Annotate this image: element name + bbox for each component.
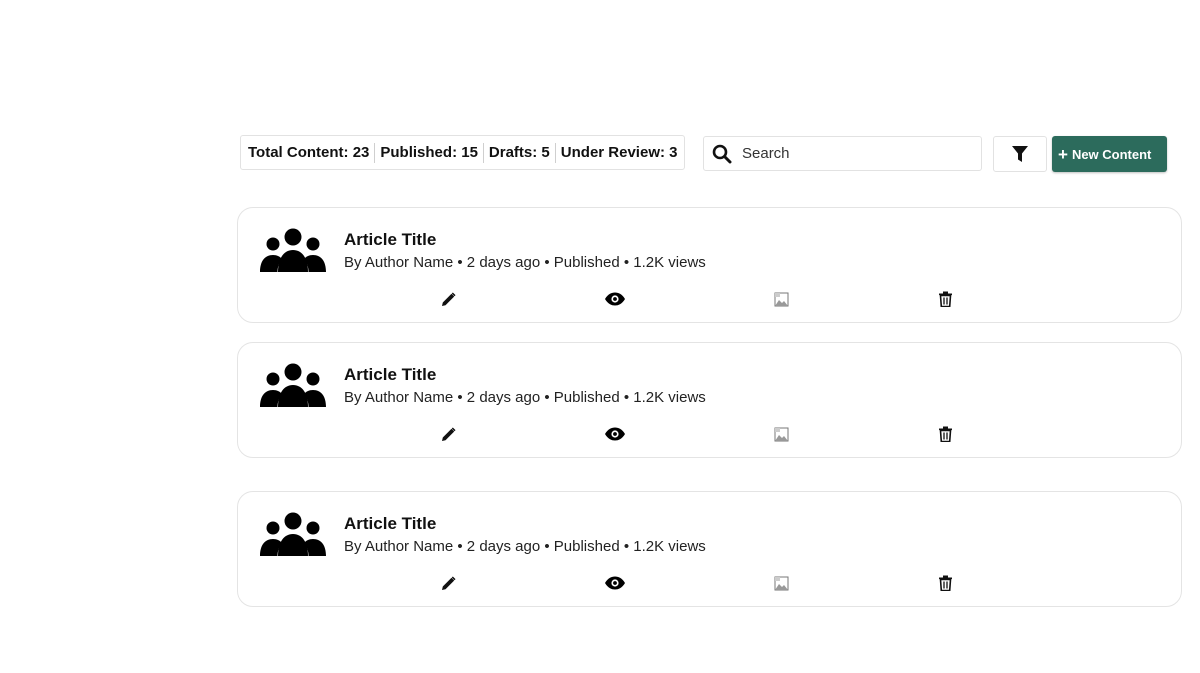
view-button[interactable] — [604, 423, 626, 445]
view-button[interactable] — [604, 572, 626, 594]
pencil-icon — [441, 291, 456, 306]
search-input[interactable] — [740, 144, 964, 163]
article-meta: By Author Name • 2 days ago • Published … — [344, 538, 706, 555]
edit-button[interactable] — [437, 423, 459, 445]
article-card[interactable]: Article Title By Author Name • 2 days ag… — [237, 207, 1182, 323]
edit-button[interactable] — [437, 572, 459, 594]
stat-published: Published: 15 — [380, 144, 478, 161]
content-manager-page: Total Content: 23 Published: 15 Drafts: … — [0, 0, 1200, 673]
filter-icon — [1012, 146, 1028, 162]
article-card[interactable]: Article Title By Author Name • 2 days ag… — [237, 342, 1182, 458]
article-card[interactable]: Article Title By Author Name • 2 days ag… — [237, 491, 1182, 607]
eye-icon — [605, 427, 625, 441]
image-button[interactable] — [770, 423, 792, 445]
pencil-icon — [441, 575, 456, 590]
image-icon — [774, 292, 788, 306]
plus-icon: + — [1058, 144, 1068, 164]
eye-icon — [605, 292, 625, 306]
image-button[interactable] — [770, 288, 792, 310]
pencil-icon — [441, 426, 456, 441]
new-content-button[interactable]: + New Content — [1052, 136, 1167, 172]
stat-divider — [482, 142, 484, 163]
content-stats-bar: Total Content: 23 Published: 15 Drafts: … — [240, 135, 685, 170]
stat-divider — [554, 142, 556, 163]
search-box[interactable] — [703, 136, 982, 171]
article-meta: By Author Name • 2 days ago • Published … — [344, 389, 706, 406]
delete-button[interactable] — [934, 423, 956, 445]
eye-icon — [605, 576, 625, 590]
stat-divider — [374, 142, 376, 163]
article-title[interactable]: Article Title — [344, 365, 436, 385]
edit-button[interactable] — [437, 288, 459, 310]
trash-icon — [938, 575, 952, 591]
delete-button[interactable] — [934, 572, 956, 594]
stat-total: Total Content: 23 — [248, 144, 370, 161]
new-content-label: New Content — [1071, 146, 1152, 162]
stat-under-review: Under Review: 3 — [560, 144, 678, 161]
article-title[interactable]: Article Title — [344, 230, 436, 250]
image-icon — [774, 576, 788, 590]
search-icon — [712, 144, 732, 163]
filter-button[interactable] — [993, 136, 1047, 172]
article-title[interactable]: Article Title — [344, 514, 436, 534]
stat-drafts: Drafts: 5 — [488, 144, 550, 161]
image-icon — [774, 427, 788, 441]
article-meta: By Author Name • 2 days ago • Published … — [344, 254, 706, 271]
trash-icon — [938, 291, 952, 307]
trash-icon — [938, 426, 952, 442]
users-group-icon — [260, 512, 326, 556]
users-group-icon — [260, 228, 326, 272]
delete-button[interactable] — [934, 288, 956, 310]
view-button[interactable] — [604, 288, 626, 310]
image-button[interactable] — [770, 572, 792, 594]
users-group-icon — [260, 363, 326, 407]
